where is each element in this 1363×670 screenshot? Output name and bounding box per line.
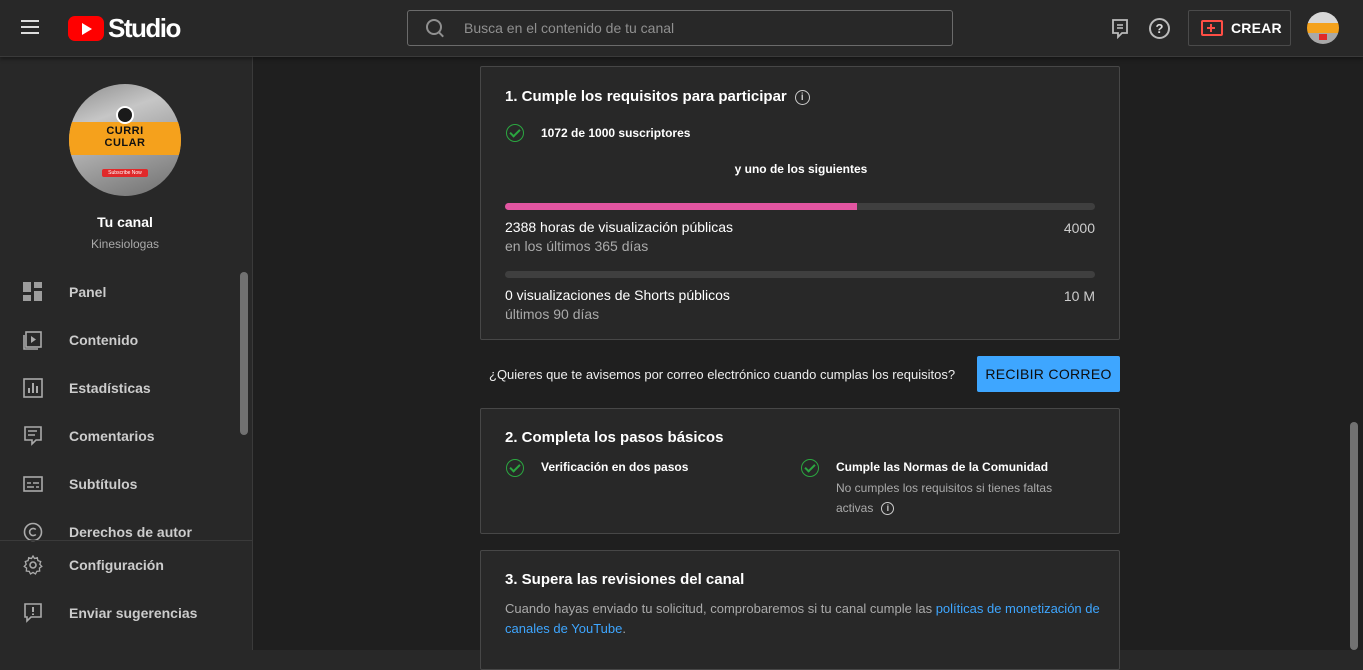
search-bar[interactable] (407, 10, 953, 46)
watch-hours-target: 4000 (1063, 220, 1095, 236)
shorts-views-sublabel: últimos 90 días (505, 306, 600, 322)
channel-title[interactable]: Tu canal (0, 214, 250, 230)
avatar-band-text: CURRI CULAR (104, 125, 146, 149)
check-icon (801, 459, 819, 477)
sidebar: CURRI CULAR Subscribe Now Tu canal Kines… (0, 57, 253, 650)
community-guidelines-label: Cumple las Normas de la Comunidad (836, 460, 1049, 474)
check-icon (506, 124, 524, 142)
info-icon[interactable]: i (794, 90, 810, 105)
sidebar-item-settings[interactable]: Configuración (0, 541, 253, 589)
settings-icon (23, 555, 43, 575)
shorts-views-target: 10 M (1063, 288, 1095, 304)
sidebar-item-content[interactable]: Contenido (0, 316, 238, 364)
shorts-views-label: 0 visualizaciones de Shorts públicos (505, 287, 730, 303)
menu-icon[interactable] (21, 17, 45, 37)
account-avatar[interactable] (1307, 12, 1339, 44)
requirements-title: 1. Cumple los requisitos para participar… (505, 88, 810, 105)
comments-icon (24, 426, 42, 446)
youtube-logo-icon (68, 15, 104, 41)
main-content: 1. Cumple los requisitos para participar… (253, 57, 1363, 670)
one-of-following-label: y uno de los siguientes (734, 162, 868, 176)
basic-steps-title: 2. Completa los pasos básicos (505, 429, 724, 446)
sidebar-item-panel[interactable]: Panel (0, 268, 238, 316)
sidebar-item-analytics[interactable]: Estadísticas (0, 364, 238, 412)
sidebar-item-subtitles[interactable]: Subtítulos (0, 460, 238, 508)
watch-hours-progress-fill (505, 203, 858, 210)
copyright-icon (23, 522, 43, 542)
search-icon[interactable] (425, 18, 445, 38)
check-icon (506, 459, 524, 477)
requirements-card: 1. Cumple los requisitos para participar… (480, 66, 1120, 340)
feedback-icon[interactable] (1109, 17, 1131, 39)
main-scrollbar[interactable] (1350, 422, 1358, 650)
logo-text: Studio (108, 12, 181, 43)
info-icon[interactable]: i (881, 502, 895, 515)
channel-review-title: 3. Supera las revisiones del canal (505, 571, 745, 588)
sidebar-item-feedback[interactable]: Enviar sugerencias (0, 589, 253, 637)
avatar-face (116, 106, 134, 124)
send-feedback-icon (24, 603, 42, 623)
channel-avatar[interactable]: CURRI CULAR Subscribe Now (69, 84, 181, 196)
sidebar-scrollbar[interactable] (240, 272, 248, 435)
two-step-verification-label: Verificación en dos pasos (541, 460, 689, 474)
channel-review-card: 3. Supera las revisiones del canal Cuand… (480, 550, 1120, 670)
email-prompt-text: ¿Quieres que te avisemos por correo elec… (489, 367, 956, 382)
subscribers-status: 1072 de 1000 suscriptores (541, 126, 691, 140)
watch-hours-sublabel: en los últimos 365 días (505, 238, 649, 254)
search-input[interactable] (464, 20, 952, 36)
watch-hours-label: 2388 horas de visualización públicas (505, 219, 734, 235)
subtitles-icon (23, 476, 43, 492)
analytics-icon (23, 378, 43, 398)
channel-review-text: Cuando hayas enviado tu solicitud, compr… (505, 601, 1100, 636)
studio-logo[interactable]: Studio (68, 12, 181, 43)
sidebar-nav: Panel Contenido Estadísticas Comentarios… (0, 268, 238, 556)
create-video-icon (1201, 20, 1223, 36)
shorts-views-progress (505, 271, 1095, 278)
basic-steps-card: 2. Completa los pasos básicos Verificaci… (480, 408, 1120, 534)
community-guidelines-desc: No cumples los requisitos si tienes falt… (836, 481, 1053, 515)
sidebar-item-comments[interactable]: Comentarios (0, 412, 238, 460)
create-button[interactable]: CREAR (1188, 10, 1291, 46)
watch-hours-progress (505, 203, 1095, 210)
content-icon (23, 331, 42, 350)
sidebar-bottom-nav: Configuración Enviar sugerencias (0, 540, 253, 637)
create-label: CREAR (1231, 20, 1282, 36)
dashboard-icon (23, 282, 43, 302)
help-icon[interactable]: ? (1149, 18, 1170, 39)
top-bar: Studio ? CREAR (0, 0, 1363, 57)
get-email-button[interactable]: RECIBIR CORREO (977, 356, 1120, 392)
avatar-subscribe-badge: Subscribe Now (102, 169, 148, 177)
channel-subtitle: Kinesiologas (90, 237, 160, 251)
